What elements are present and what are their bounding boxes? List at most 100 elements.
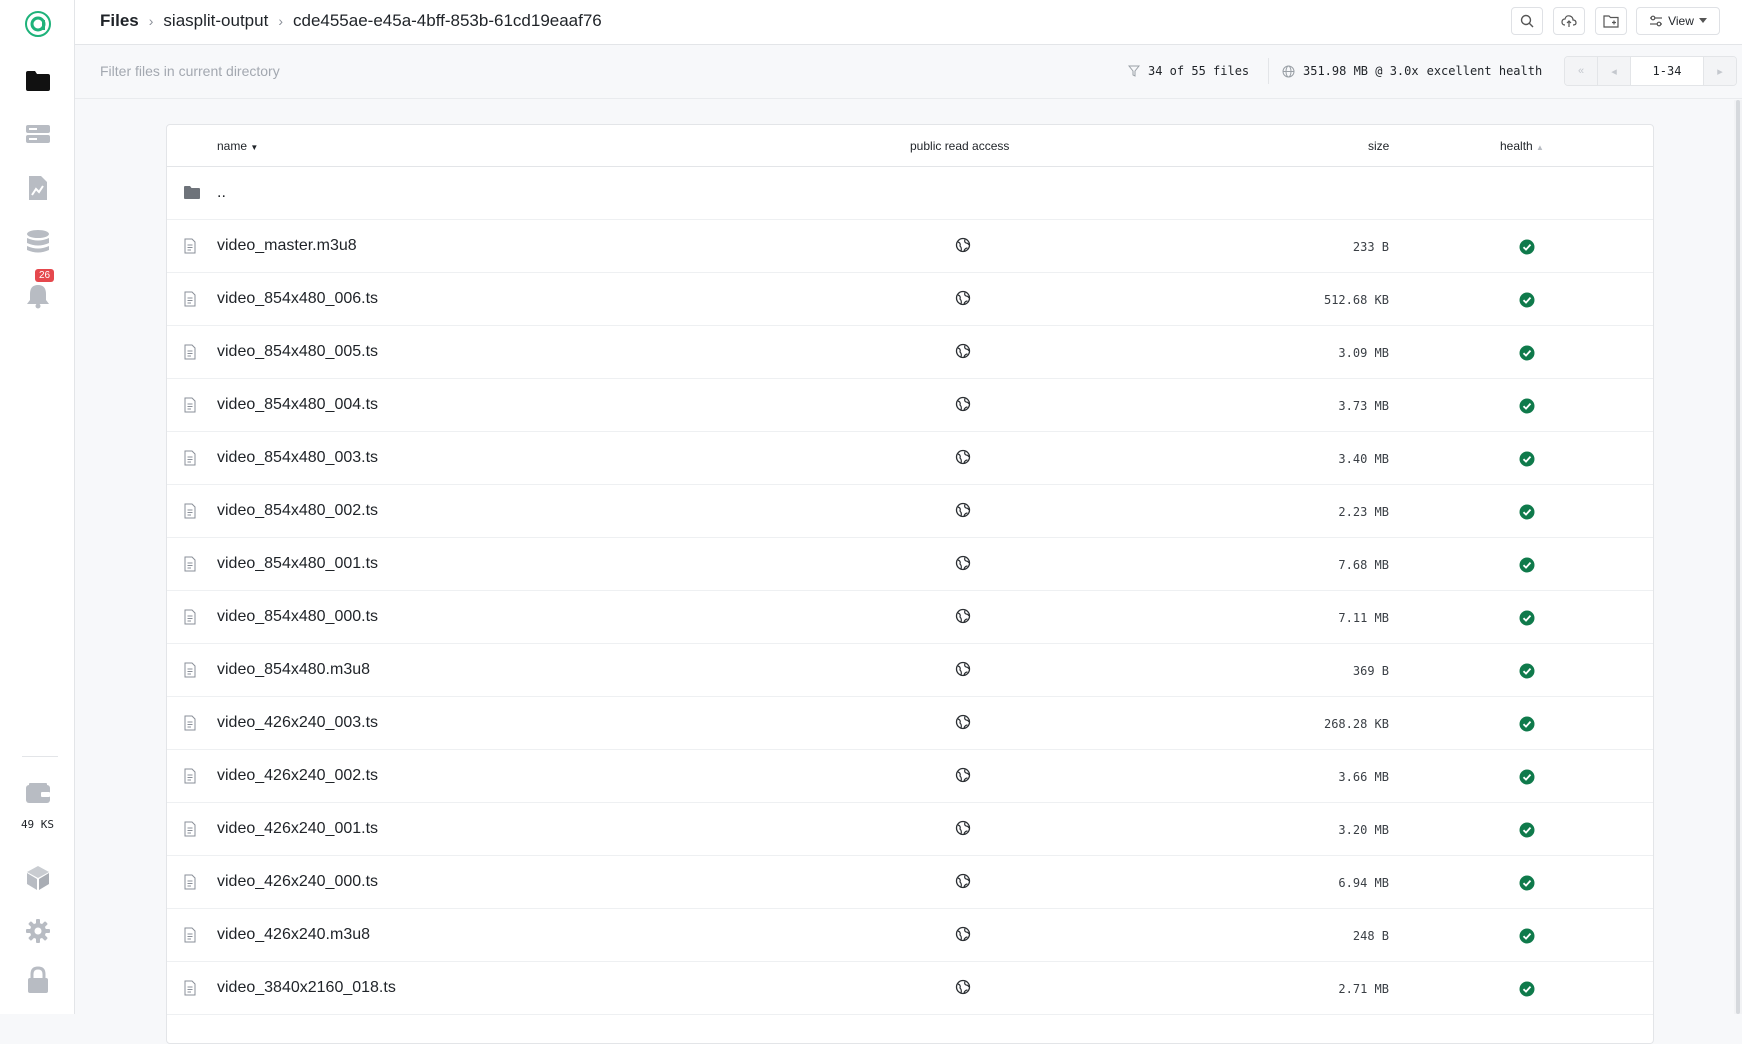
table-row[interactable]: video_854x480_003.ts 3.40 MB [167, 432, 1653, 485]
table-header: name ▼ public read access size health ▲ [167, 125, 1653, 167]
public-access-globe-icon[interactable] [955, 926, 971, 947]
table-row[interactable]: video_854x480_005.ts 3.09 MB [167, 326, 1653, 379]
column-header-access[interactable]: public read access [910, 139, 1009, 153]
column-header-name[interactable]: name ▼ [217, 139, 258, 153]
public-access-globe-icon[interactable] [955, 608, 971, 629]
view-menu-button[interactable]: View [1636, 7, 1720, 35]
filter-input[interactable] [100, 63, 700, 79]
file-name[interactable]: video_854x480_000.ts [217, 608, 378, 626]
folder-plus-icon [1603, 15, 1619, 28]
file-name[interactable]: video_854x480_004.ts [217, 396, 378, 414]
chevron-right-icon: › [278, 13, 283, 29]
public-access-globe-icon[interactable] [955, 343, 971, 364]
breadcrumb-item-files[interactable]: Files [100, 11, 139, 31]
table-row[interactable]: video_854x480_006.ts 512.68 KB [167, 273, 1653, 326]
sidebar-item-wallet[interactable] [0, 773, 75, 813]
table-row[interactable]: video_854x480.m3u8 369 B [167, 644, 1653, 697]
table-row[interactable]: video_426x240_003.ts 268.28 KB [167, 697, 1653, 750]
scrollbar-thumb[interactable] [1736, 100, 1740, 1014]
file-count-text: 34 of 55 files [1148, 64, 1250, 78]
table-row[interactable]: video_854x480_004.ts 3.73 MB [167, 379, 1653, 432]
public-access-globe-icon[interactable] [955, 820, 971, 841]
parent-directory-row[interactable]: .. [167, 167, 1653, 220]
file-icon [183, 874, 197, 895]
directory-health-text: excellent health [1426, 64, 1543, 78]
table-row[interactable]: video_426x240_000.ts 6.94 MB [167, 856, 1653, 909]
file-name[interactable]: video_854x480_005.ts [217, 343, 378, 361]
health-check-icon [1519, 928, 1535, 949]
file-name[interactable]: video_426x240.m3u8 [217, 926, 370, 944]
public-access-globe-icon[interactable] [955, 873, 971, 894]
file-name[interactable]: video_854x480_001.ts [217, 555, 378, 573]
sidebar-item-lock[interactable] [0, 960, 75, 1000]
column-header-size[interactable]: size [1368, 139, 1389, 153]
folder-icon [25, 71, 50, 91]
health-check-icon [1519, 345, 1535, 366]
table-row[interactable]: video_854x480_000.ts 7.11 MB [167, 591, 1653, 644]
next-page-button[interactable]: ▸ [1704, 57, 1736, 85]
server-icon [25, 125, 50, 143]
sidebar-item-contracts[interactable] [0, 168, 75, 208]
breadcrumb-item-bucket[interactable]: siasplit-output [163, 11, 268, 31]
file-name[interactable]: video_426x240_002.ts [217, 767, 378, 785]
health-check-icon [1519, 981, 1535, 1002]
upload-button[interactable] [1553, 7, 1585, 35]
breadcrumb-item-directory[interactable]: cde455ae-e45a-4bff-853b-61cd19eaaf76 [293, 11, 602, 31]
table-row[interactable]: video_854x480_001.ts 7.68 MB [167, 538, 1653, 591]
file-size: 268.28 KB [1323, 717, 1389, 731]
public-access-globe-icon[interactable] [955, 396, 971, 417]
public-access-globe-icon[interactable] [955, 714, 971, 735]
table-row[interactable]: video_3840x2160_018.ts 2.71 MB [167, 962, 1653, 1015]
file-icon [183, 609, 197, 630]
first-page-button[interactable]: « [1565, 57, 1598, 85]
sidebar-item-settings[interactable] [0, 911, 75, 951]
health-check-icon [1519, 398, 1535, 419]
sidebar-item-database[interactable] [0, 222, 75, 262]
sidebar: 26 49 KS [0, 0, 75, 1014]
file-name[interactable]: video_854x480.m3u8 [217, 661, 370, 679]
directory-size-text: 351.98 MB @ 3.0x [1303, 64, 1419, 78]
search-button[interactable] [1511, 7, 1543, 35]
health-check-icon [1519, 769, 1535, 790]
file-name[interactable]: video_854x480_006.ts [217, 290, 378, 308]
file-name[interactable]: video_426x240_003.ts [217, 714, 378, 732]
file-size: 3.66 MB [1338, 770, 1389, 784]
file-count-stat: 34 of 55 files [1128, 64, 1249, 78]
table-row[interactable]: video_426x240_002.ts 3.66 MB [167, 750, 1653, 803]
public-access-globe-icon[interactable] [955, 661, 971, 682]
public-access-globe-icon[interactable] [955, 979, 971, 1000]
public-access-globe-icon[interactable] [955, 555, 971, 576]
wallet-balance: 49 KS [20, 818, 55, 831]
sidebar-item-notifications[interactable]: 26 [0, 269, 75, 316]
cube-icon [26, 866, 49, 890]
column-header-health-label: health [1500, 139, 1533, 153]
sidebar-item-files[interactable] [0, 61, 75, 101]
public-access-globe-icon[interactable] [955, 290, 971, 311]
table-row[interactable]: video_854x480_002.ts 2.23 MB [167, 485, 1653, 538]
file-name[interactable]: video_426x240_000.ts [217, 873, 378, 891]
table-row[interactable]: video_426x240.m3u8 248 B [167, 909, 1653, 962]
table-row[interactable]: video_426x240_001.ts 3.20 MB [167, 803, 1653, 856]
new-folder-button[interactable] [1595, 7, 1627, 35]
file-icon [183, 980, 197, 1001]
previous-page-button[interactable]: ◂ [1598, 57, 1631, 85]
folder-icon [183, 185, 201, 205]
file-size: 3.20 MB [1338, 823, 1389, 837]
file-name[interactable]: video_3840x2160_018.ts [217, 979, 396, 997]
gear-icon [25, 919, 50, 943]
sidebar-item-hosts[interactable] [0, 114, 75, 154]
column-header-health[interactable]: health ▲ [1500, 139, 1544, 153]
table-row[interactable]: video_master.m3u8 233 B [167, 220, 1653, 273]
public-access-globe-icon[interactable] [955, 767, 971, 788]
sidebar-item-packages[interactable] [0, 858, 75, 898]
file-name[interactable]: video_854x480_002.ts [217, 502, 378, 520]
public-access-globe-icon[interactable] [955, 237, 971, 258]
file-name[interactable]: video_master.m3u8 [217, 237, 357, 255]
public-access-globe-icon[interactable] [955, 449, 971, 470]
file-size: 233 B [1352, 240, 1389, 254]
file-name[interactable]: video_854x480_003.ts [217, 449, 378, 467]
public-access-globe-icon[interactable] [955, 502, 971, 523]
file-name[interactable]: video_426x240_001.ts [217, 820, 378, 838]
file-icon [183, 291, 197, 312]
sidebar-logo[interactable] [0, 4, 75, 44]
